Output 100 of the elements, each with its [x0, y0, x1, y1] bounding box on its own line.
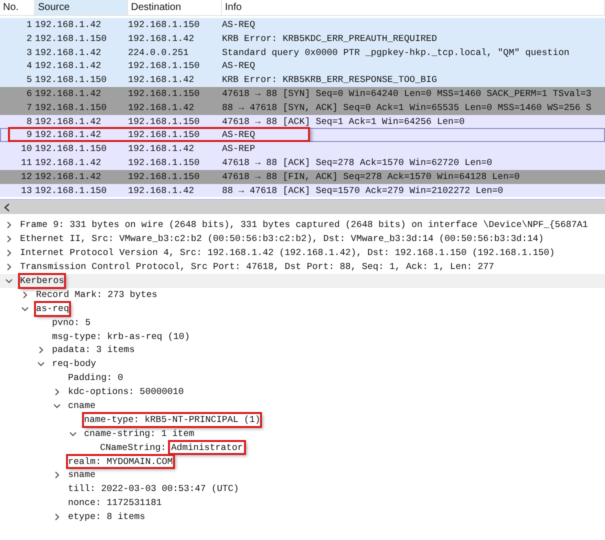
chevron-right-icon[interactable] [53, 513, 61, 521]
tree-item[interactable]: realm: MYDOMAIN.COM [67, 454, 174, 468]
table-cell-text: 3 [25, 46, 33, 60]
chevron-down-icon[interactable] [21, 304, 29, 313]
table-cell-text: 192.168.1.42 [128, 142, 196, 156]
table-cell-text: 12 [20, 170, 33, 184]
packet-row[interactable]: 5 192.168.1.150 192.168.1.42 KRB Error: KRB5KRB_ERR_RESPONSE_TOO_BIG [0, 73, 605, 87]
tree-item[interactable]: req-body [51, 357, 98, 372]
table-cell-text: 192.168.1.150 [35, 184, 108, 198]
column-header[interactable]: Info [222, 0, 605, 15]
packet-row[interactable]: 1 192.168.1.42 192.168.1.150 AS-REQ [0, 18, 605, 32]
table-cell-text: 192.168.1.150 [128, 170, 201, 184]
table-cell-text: 192.168.1.150 [35, 73, 108, 87]
tree-item[interactable]: CNameString: [99, 440, 168, 454]
packet-row[interactable]: 7 192.168.1.150 192.168.1.42 88 → 47618 [SYN, ACK] Seq=0 Ack=1 Win=65535 Len=0 MSS=1460 WS=256 S [0, 100, 605, 115]
table-cell-text: 192.168.1.150 [35, 100, 108, 115]
table-cell-text: 192.168.1.42 [128, 73, 196, 87]
tree-item[interactable]: sname [67, 468, 97, 482]
tree-item[interactable]: Padding: 0 [67, 371, 124, 385]
packet-row[interactable]: 3 192.168.1.42 224.0.0.251 Standard query 0x0000 PTR _pgpkey-hkp._tcp.local, "QM" question [0, 46, 605, 60]
table-cell-text: KRB Error: KRB5KDC_ERR_PREAUTH_REQUIRED [222, 32, 438, 46]
tree-item-value: Administrator [169, 440, 245, 454]
tree-item[interactable]: till: 2022-03-03 00:53:47 (UTC) [67, 482, 240, 496]
tree-item[interactable]: kdc-options: 50000010 [67, 385, 185, 399]
table-cell-text: 10 [20, 142, 33, 156]
table-cell-text: 192.168.1.150 [128, 114, 201, 128]
chevron-right-icon[interactable] [5, 249, 13, 258]
tree-item[interactable]: Frame 9: 331 bytes on wire (2648 bits), 331 bytes captured (2648 bits) on interface \Device\NPF_{5687A1 [19, 218, 589, 232]
packet-row[interactable]: 12 192.168.1.42 192.168.1.150 47618 → 88 [FIN, ACK] Seq=278 Ack=1570 Win=64128 Len=0 [0, 170, 605, 184]
tree-item[interactable]: etype: 8 items [67, 510, 146, 524]
table-cell-text: 192.168.1.150 [128, 128, 201, 142]
table-cell-text: 9 [25, 128, 33, 142]
chevron-left-icon[interactable] [3, 202, 11, 212]
table-cell-text: Standard query 0x0000 PTR _pgpkey-hkp._tcp.local, "QM" question [222, 46, 570, 60]
table-cell-text: 13 [20, 184, 33, 198]
table-cell-text: 224.0.0.251 [128, 46, 190, 60]
packet-row[interactable]: 13 192.168.1.150 192.168.1.42 88 → 47618 [ACK] Seq=1570 Ack=279 Win=2102272 Len=0 [0, 184, 605, 198]
table-cell-text: 47618 → 88 [ACK] Seq=278 Ack=1570 Win=62720 Len=0 [222, 156, 494, 170]
tree-item[interactable]: msg-type: krb-as-req (10) [51, 330, 191, 344]
chevron-right-icon[interactable] [37, 346, 45, 354]
table-cell-text: 88 → 47618 [ACK] Seq=1570 Ack=279 Win=2102272 Len=0 [222, 184, 504, 198]
table-cell-text: 192.168.1.150 [35, 32, 108, 46]
table-cell-text: 192.168.1.42 [35, 46, 102, 60]
packet-row[interactable]: 10 192.168.1.150 192.168.1.42 AS-REP [0, 142, 605, 156]
chevron-down-icon[interactable] [5, 276, 13, 285]
horizontal-scrollbar[interactable] [0, 199, 605, 214]
chevron-right-icon[interactable] [5, 235, 13, 244]
table-cell-text: 47618 → 88 [FIN, ACK] Seq=278 Ack=1570 Win=64128 Len=0 [222, 170, 521, 184]
chevron-right-icon[interactable] [5, 262, 13, 271]
table-cell-text: 192.168.1.42 [35, 128, 102, 142]
tree-item[interactable]: pvno: 5 [51, 316, 92, 330]
chevron-down-icon[interactable] [37, 360, 45, 368]
tree-item[interactable]: name-type: kRB5-NT-PRINCIPAL (1) [83, 412, 262, 427]
table-cell-text: 192.168.1.150 [128, 86, 201, 101]
packet-row[interactable]: 6 192.168.1.42 192.168.1.150 47618 → 88 [SYN] Seq=0 Win=64240 Len=0 MSS=1460 SACK_PERM=1 TSval=3 [0, 86, 605, 101]
packet-row[interactable]: 4 192.168.1.42 192.168.1.150 AS-REQ [0, 59, 605, 74]
table-cell-text: KRB Error: KRB5KRB_ERR_RESPONSE_TOO_BIG [222, 73, 438, 87]
table-cell-text: 88 → 47618 [SYN, ACK] Seq=0 Ack=1 Win=65535 Len=0 MSS=1460 WS=256 S [222, 100, 592, 115]
column-header[interactable]: Source [35, 0, 128, 15]
table-cell-text: 192.168.1.42 [128, 32, 196, 46]
tree-item[interactable]: padata: 3 items [51, 343, 136, 358]
table-cell-text: 6 [25, 86, 33, 101]
table-cell-text: AS-REQ [222, 59, 256, 74]
tree-item[interactable]: Kerberos [19, 274, 66, 288]
tree-item[interactable]: cname-string: 1 item [83, 426, 196, 441]
tree-item[interactable]: nonce: 1172531181 [67, 496, 163, 510]
table-cell-text: 192.168.1.150 [35, 142, 108, 156]
table-cell-text: AS-REQ [222, 18, 256, 32]
tree-item[interactable]: Ethernet II, Src: VMware_b3:c2:b2 (00:50:56:b3:c2:b2), Dst: VMware_b3:3d:14 (00:50:56:b3:3d:14) [19, 232, 545, 246]
packet-row[interactable]: 11 192.168.1.42 192.168.1.150 47618 → 88 [ACK] Seq=278 Ack=1570 Win=62720 Len=0 [0, 156, 605, 170]
table-cell-text: 192.168.1.42 [35, 156, 102, 170]
packet-row[interactable]: 9 192.168.1.42 192.168.1.150 AS-REQ [0, 128, 605, 142]
table-cell-text: 192.168.1.42 [35, 59, 102, 74]
table-cell-text: 192.168.1.42 [35, 18, 102, 32]
table-cell-text: 192.168.1.150 [128, 59, 201, 74]
table-cell-text: 4 [25, 59, 33, 74]
table-cell-text: 192.168.1.42 [128, 184, 196, 198]
table-cell-text: 7 [25, 100, 33, 115]
tree-item[interactable]: Internet Protocol Version 4, Src: 192.168.1.42 (192.168.1.42), Dst: 192.168.1.150 (192.168.1.150) [19, 246, 556, 260]
tree-item[interactable]: as-req [35, 302, 70, 316]
chevron-right-icon[interactable] [21, 290, 29, 299]
table-cell-text: 11 [20, 156, 33, 170]
table-cell-text: 192.168.1.42 [35, 114, 102, 128]
chevron-down-icon[interactable] [69, 430, 77, 438]
chevron-right-icon[interactable] [53, 471, 61, 480]
chevron-down-icon[interactable] [53, 402, 61, 410]
packet-row[interactable]: 2 192.168.1.150 192.168.1.42 KRB Error: KRB5KDC_ERR_PREAUTH_REQUIRED [0, 32, 605, 46]
chevron-right-icon[interactable] [53, 388, 61, 396]
table-cell-text: AS-REQ [222, 128, 256, 142]
table-cell-text: 192.168.1.150 [128, 156, 201, 170]
tree-item[interactable]: Transmission Control Protocol, Src Port: 47618, Dst Port: 88, Seq: 1, Ack: 1, Len: 277 [19, 260, 496, 274]
tree-item[interactable]: Record Mark: 273 bytes [35, 288, 158, 302]
column-header[interactable]: Destination [128, 0, 222, 15]
table-cell-text: 192.168.1.42 [35, 170, 102, 184]
chevron-right-icon[interactable] [5, 221, 13, 230]
table-cell-text: AS-REP [222, 142, 256, 156]
table-cell-text: 1 [25, 18, 33, 32]
tree-item[interactable]: cname [67, 398, 97, 413]
table-cell-text: 192.168.1.150 [128, 18, 201, 32]
table-cell-text: 192.168.1.42 [35, 86, 102, 101]
